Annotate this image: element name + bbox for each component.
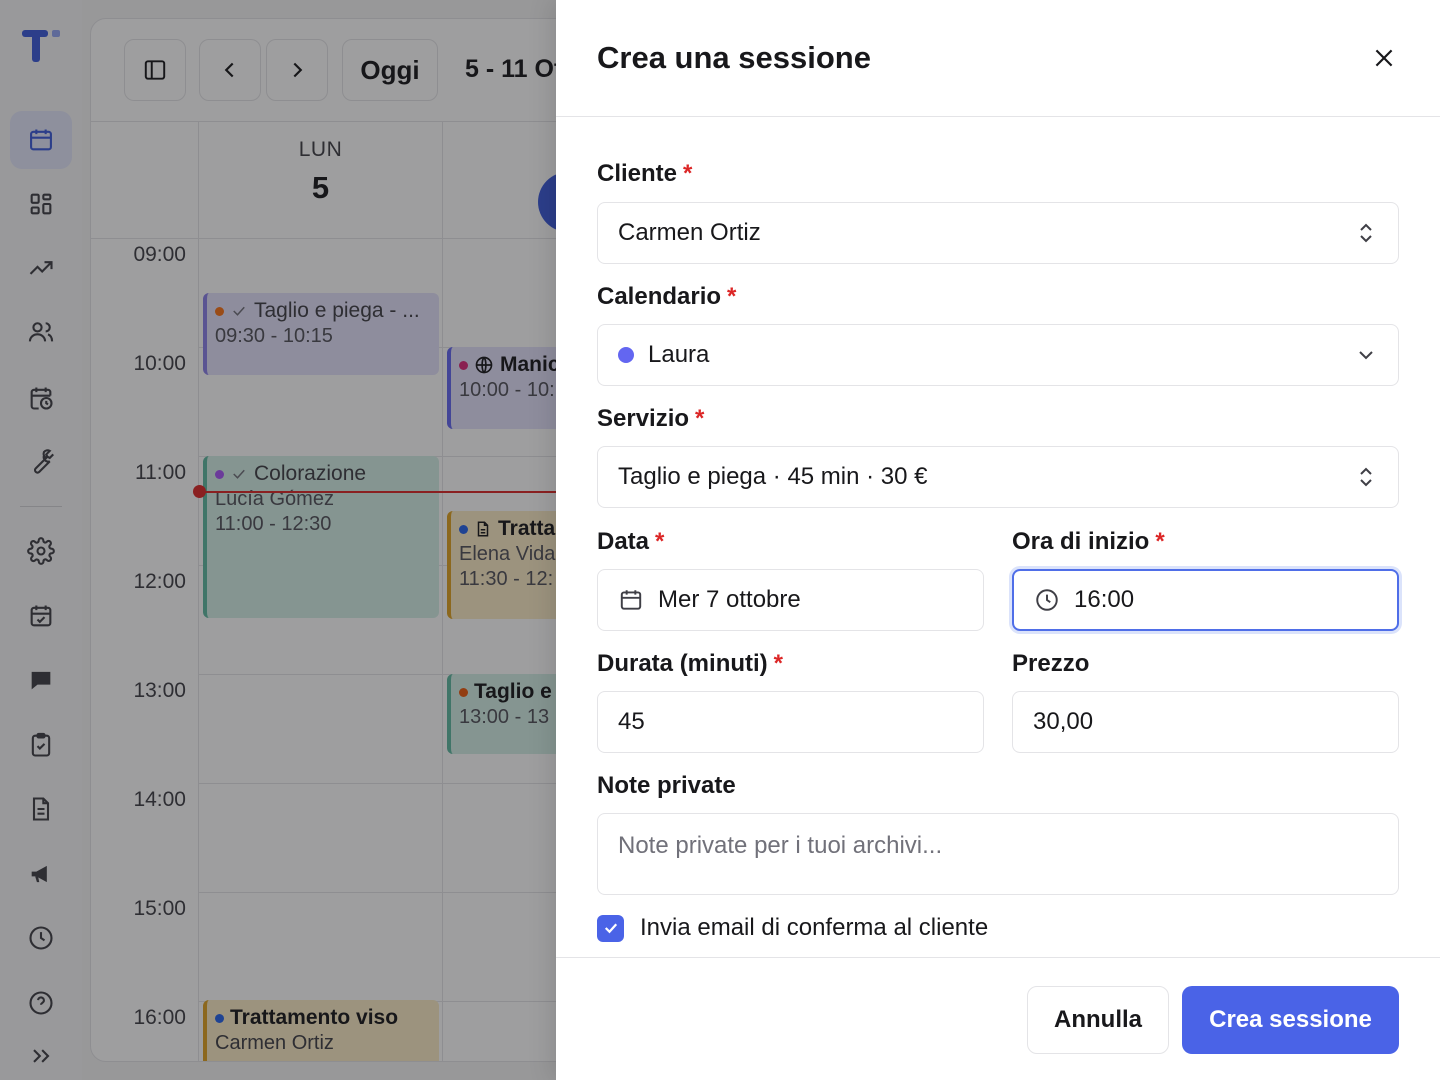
- date-label-text: Data: [597, 528, 650, 555]
- date-picker[interactable]: Mer 7 ottobre: [597, 569, 984, 631]
- chevron-up-down-icon: [1360, 467, 1372, 487]
- client-value: Carmen Ortiz: [618, 219, 761, 246]
- create-session-button[interactable]: Crea sessione: [1182, 986, 1399, 1054]
- service-label-text: Servizio: [597, 405, 690, 432]
- checkmark-icon: [604, 923, 617, 934]
- calendar-color-dot: [618, 347, 634, 363]
- calendar-label: Calendario *: [597, 283, 736, 311]
- price-input[interactable]: 30,00: [1012, 691, 1399, 753]
- start-time-label-text: Ora di inizio: [1012, 528, 1150, 555]
- send-email-label: Invia email di conferma al cliente: [640, 914, 989, 941]
- chevron-up-down-icon: [1360, 223, 1372, 243]
- service-label: Servizio *: [597, 405, 704, 433]
- panel-header: Crea una sessione: [556, 0, 1440, 117]
- client-label: Cliente *: [597, 160, 692, 188]
- required-marker: *: [655, 528, 665, 555]
- modal-backdrop[interactable]: [0, 0, 556, 1080]
- duration-value: 45: [618, 708, 645, 735]
- chevron-down-icon: [1359, 351, 1373, 360]
- cancel-button[interactable]: Annulla: [1027, 986, 1169, 1054]
- price-value: 30,00: [1033, 708, 1094, 735]
- send-email-option[interactable]: Invia email di conferma al cliente: [597, 914, 988, 942]
- notes-textarea[interactable]: Note private per i tuoi archivi...: [597, 813, 1399, 895]
- create-session-panel: Crea una sessione Cliente * Carmen Ortiz …: [556, 0, 1440, 1080]
- start-time-label: Ora di inizio *: [1012, 528, 1165, 556]
- notes-label: Note private: [597, 772, 736, 799]
- duration-input[interactable]: 45: [597, 691, 984, 753]
- panel-footer: Annulla Crea sessione: [556, 957, 1440, 1080]
- required-marker: *: [683, 160, 693, 187]
- calendar-select[interactable]: Laura: [597, 324, 1399, 386]
- calendar-value: Laura: [648, 341, 710, 368]
- required-marker: *: [727, 283, 737, 310]
- panel-title: Crea una sessione: [597, 40, 871, 75]
- date-value: Mer 7 ottobre: [658, 586, 801, 613]
- start-time-input[interactable]: 16:00: [1012, 569, 1399, 631]
- service-value: Taglio e piega · 45 min · 30 €: [618, 463, 928, 490]
- required-marker: *: [1155, 528, 1165, 555]
- send-email-checkbox[interactable]: [597, 914, 624, 942]
- close-icon: [1375, 49, 1393, 67]
- duration-label: Durata (minuti) *: [597, 650, 783, 678]
- start-time-value: 16:00: [1074, 586, 1135, 613]
- required-marker: *: [695, 405, 705, 432]
- client-label-text: Cliente: [597, 160, 678, 187]
- duration-label-text: Durata (minuti): [597, 650, 768, 677]
- required-marker: *: [773, 650, 784, 677]
- close-button[interactable]: [1368, 42, 1400, 74]
- service-select[interactable]: Taglio e piega · 45 min · 30 €: [597, 446, 1399, 508]
- price-label: Prezzo: [1012, 650, 1090, 677]
- clock-icon: [1036, 589, 1058, 611]
- client-select[interactable]: Carmen Ortiz: [597, 202, 1399, 264]
- date-label: Data *: [597, 528, 664, 556]
- calendar-icon: [620, 590, 642, 610]
- calendar-label-text: Calendario: [597, 283, 722, 310]
